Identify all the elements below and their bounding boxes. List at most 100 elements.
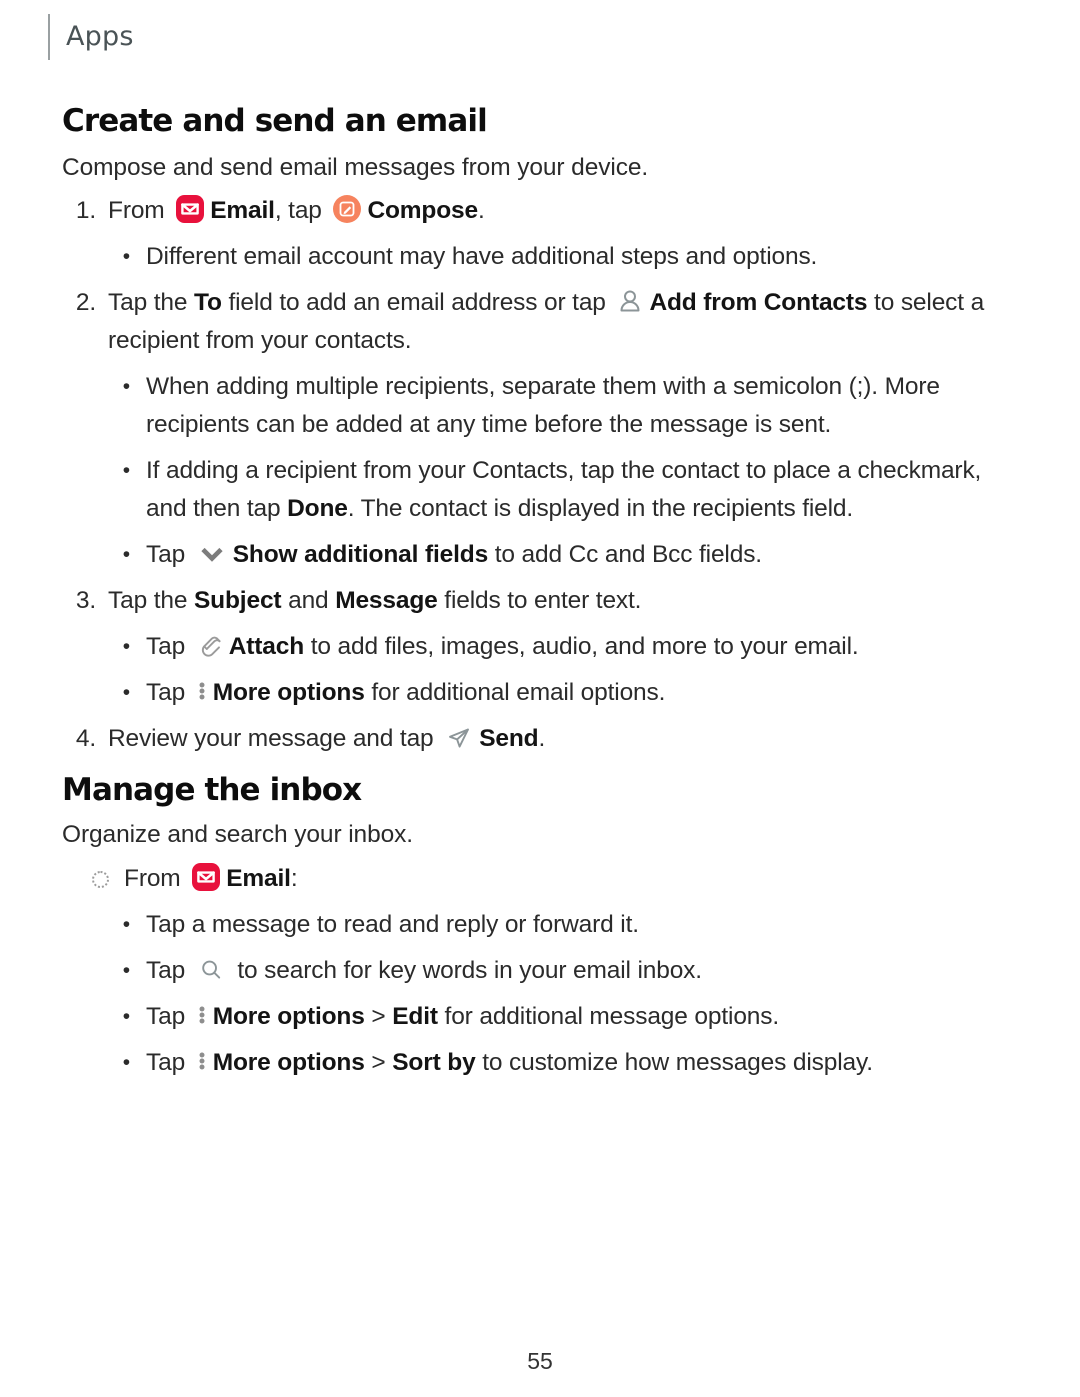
note-text: Tap a message to read and reply or forwa… bbox=[146, 911, 639, 938]
step-text-bold: Email bbox=[210, 197, 275, 224]
list-item-step-2-note-1: • When adding multiple recipients, separ… bbox=[62, 368, 1022, 444]
step-number: 3. bbox=[75, 587, 96, 614]
note-text-part: to customize how messages display. bbox=[475, 1049, 873, 1076]
step-text-part: , tap bbox=[274, 197, 329, 224]
step-number: 1. bbox=[75, 197, 96, 224]
note-text-bold: Done bbox=[287, 495, 348, 522]
step-text-part: fields to enter text. bbox=[437, 587, 642, 614]
step-text-bold: Email bbox=[226, 865, 291, 892]
list-item-manage-note-2: • Tap to search for key words in your em… bbox=[62, 952, 1022, 990]
note-text-part: for additional email options. bbox=[364, 679, 666, 706]
step-text: From Email, tap Compose. bbox=[108, 192, 1022, 230]
note-text-part: Tap bbox=[146, 541, 192, 568]
email-app-icon[interactable] bbox=[191, 862, 221, 892]
list-item-step-4: 4. Review your message and tap Send. bbox=[62, 720, 1022, 758]
step-text-part: : bbox=[290, 865, 298, 892]
note-text-bold: Attach bbox=[228, 633, 305, 660]
list-item-step-2-note-2: • If adding a recipient from your Contac… bbox=[62, 452, 1022, 528]
list-item-step-1-note: • Different email account may have addit… bbox=[62, 238, 1022, 276]
list-item-step-3: 3. Tap the Subject and Message fields to… bbox=[62, 582, 1022, 620]
page-title-manage-the-inbox: Manage the inbox bbox=[62, 772, 362, 808]
step-number: 2. bbox=[75, 289, 96, 316]
lead-paragraph-create: Compose and send email messages from you… bbox=[62, 154, 649, 181]
bullet-marker: • bbox=[122, 1051, 130, 1074]
step-number: 4. bbox=[75, 725, 96, 752]
step-text-bold: Add from Contacts bbox=[649, 289, 868, 316]
search-icon[interactable] bbox=[196, 954, 226, 984]
manual-page: Apps Create and send an email Compose an… bbox=[0, 0, 1080, 1397]
step-text: Review your message and tap Send. bbox=[108, 720, 1022, 758]
step-text-bold: To bbox=[193, 289, 222, 316]
note-text-part: Tap bbox=[146, 633, 192, 660]
note-text: Tap Attach to add files, images, audio, … bbox=[146, 628, 1022, 666]
bullet-marker: • bbox=[122, 635, 130, 658]
list-item-manage-note-3: • Tap More options > Edit for additional… bbox=[62, 998, 1022, 1036]
list-item-step-3-note-2: • Tap More options for additional email … bbox=[62, 674, 1022, 712]
note-text-bold: More options bbox=[212, 1049, 365, 1076]
bullet-marker: • bbox=[122, 913, 130, 936]
step-text-bold: Compose bbox=[367, 197, 479, 224]
note-text-part: to add files, images, audio, and more to… bbox=[304, 633, 859, 660]
bullet-marker: • bbox=[122, 543, 130, 566]
step-text-part: Tap the bbox=[108, 587, 194, 614]
note-text: Tap More options > Edit for additional m… bbox=[146, 998, 1022, 1036]
step-text-bold: Send bbox=[479, 725, 539, 752]
note-text-bold: Show additional fields bbox=[232, 541, 489, 568]
note-text-part: to search for key words in your email in… bbox=[230, 957, 702, 984]
note-text-bold: More options bbox=[212, 1003, 365, 1030]
paperclip-icon[interactable] bbox=[196, 630, 224, 660]
note-text: Tap More options for additional email op… bbox=[146, 674, 1022, 712]
running-head-rule bbox=[48, 14, 50, 60]
note-text-separator: > bbox=[364, 1049, 393, 1076]
running-head-label: Apps bbox=[66, 21, 134, 52]
list-item-manage-note-1: • Tap a message to read and reply or for… bbox=[62, 906, 1022, 944]
note-text-part: . The contact is displayed in the recipi… bbox=[347, 495, 854, 522]
step-text-part: From bbox=[108, 197, 172, 224]
note-text-part: Tap bbox=[146, 1049, 192, 1076]
step-text: From Email: bbox=[124, 860, 1022, 898]
chevron-down-icon[interactable] bbox=[196, 538, 228, 568]
list-item-step-2: 2. Tap the To field to add an email addr… bbox=[62, 284, 1022, 360]
page-number: 55 bbox=[527, 1348, 553, 1374]
more-options-icon[interactable] bbox=[196, 1000, 208, 1030]
note-text-part: Tap bbox=[146, 1003, 192, 1030]
list-item-manage-note-4: • Tap More options > Sort by to customiz… bbox=[62, 1044, 1022, 1082]
bullet-marker: • bbox=[122, 959, 130, 982]
bullet-marker: • bbox=[122, 375, 130, 398]
lead-paragraph-manage: Organize and search your inbox. bbox=[62, 821, 413, 848]
step-text: Tap the Subject and Message fields to en… bbox=[108, 582, 1022, 620]
add-from-contacts-icon[interactable] bbox=[616, 286, 644, 316]
send-icon[interactable] bbox=[444, 722, 474, 752]
note-text: Tap Show additional fields to add Cc and… bbox=[146, 536, 1022, 574]
note-text-part: for additional message options. bbox=[437, 1003, 780, 1030]
note-text-part: Tap bbox=[146, 679, 192, 706]
steps-list-create: 1. From Email, tap Compose. • Different … bbox=[62, 192, 1022, 766]
bullet-marker: • bbox=[122, 1005, 130, 1028]
step-text-part: . bbox=[538, 725, 546, 752]
note-text: When adding multiple recipients, separat… bbox=[146, 373, 940, 438]
bullet-marker: • bbox=[122, 681, 130, 704]
list-item-from-email: From Email: bbox=[62, 860, 1022, 898]
email-app-icon[interactable] bbox=[175, 194, 205, 224]
note-text-bold: Sort by bbox=[392, 1049, 476, 1076]
running-head: Apps bbox=[48, 14, 134, 60]
note-text: Tap to search for key words in your emai… bbox=[146, 952, 1022, 990]
step-text-bold: Subject bbox=[193, 587, 282, 614]
step-text-part: From bbox=[124, 865, 188, 892]
steps-list-manage: From Email: • Tap a message to read and … bbox=[62, 860, 1022, 1090]
step-text-part: Tap the bbox=[108, 289, 194, 316]
note-text: Tap More options > Sort by to customize … bbox=[146, 1044, 1022, 1082]
page-title-create-and-send-an-email: Create and send an email bbox=[62, 103, 488, 139]
step-text-part: field to add an email address or tap bbox=[221, 289, 613, 316]
list-item-step-2-note-3: • Tap Show additional fields to add Cc a… bbox=[62, 536, 1022, 574]
step-text: Tap the To field to add an email address… bbox=[108, 284, 1022, 360]
note-text-separator: > bbox=[364, 1003, 393, 1030]
note-text: If adding a recipient from your Contacts… bbox=[146, 452, 1022, 528]
more-options-icon[interactable] bbox=[196, 676, 208, 706]
more-options-icon[interactable] bbox=[196, 1046, 208, 1076]
compose-icon[interactable] bbox=[332, 194, 362, 224]
bullet-marker: • bbox=[122, 245, 130, 268]
note-text-part: to add Cc and Bcc fields. bbox=[488, 541, 762, 568]
list-item-step-3-note-1: • Tap Attach to add files, images, audio… bbox=[62, 628, 1022, 666]
step-text-part: and bbox=[281, 587, 336, 614]
